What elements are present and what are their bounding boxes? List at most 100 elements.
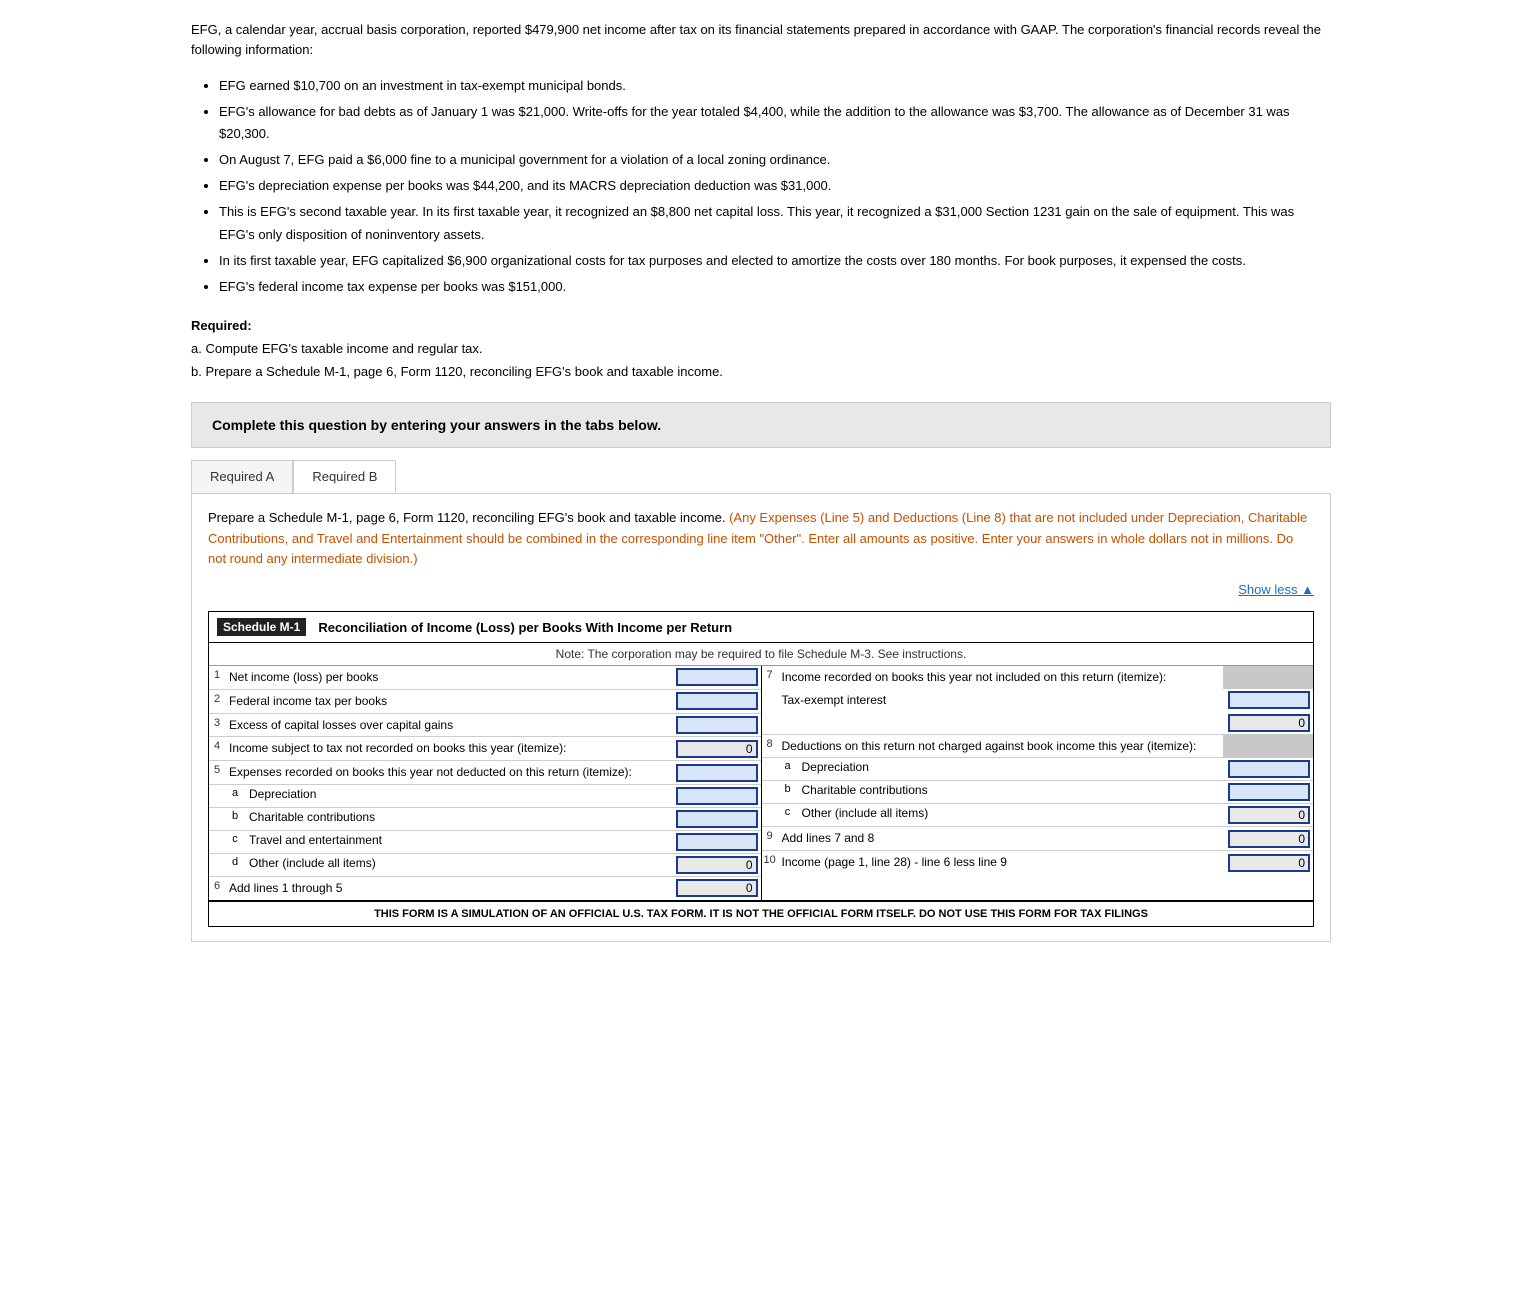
row-num-8: 8	[762, 735, 778, 758]
bullet-item: On August 7, EFG paid a $6,000 fine to a…	[219, 149, 1331, 171]
bullet-item: This is EFG's second taxable year. In it…	[219, 201, 1331, 245]
row-input-5[interactable]	[676, 764, 758, 782]
footer-disclaimer: THIS FORM IS A SIMULATION OF AN OFFICIAL…	[209, 900, 1313, 926]
tab-content: Prepare a Schedule M-1, page 6, Form 112…	[191, 494, 1331, 942]
sub-input-8a[interactable]	[1228, 760, 1310, 778]
row-num-3: 3	[209, 714, 225, 737]
row-num-2: 2	[209, 690, 225, 713]
table-row: c Other (include all items) 0	[762, 804, 1314, 827]
row-input-wrap-3	[671, 714, 761, 737]
table-row: 6 Add lines 1 through 5 0	[209, 877, 761, 900]
question-box: Complete this question by entering your …	[191, 402, 1331, 448]
sub-letter-8b: b	[778, 781, 798, 803]
sub-row-num	[209, 854, 225, 876]
row-input-1[interactable]	[676, 668, 758, 686]
row-num-7s	[762, 689, 778, 712]
sub-label-5b: Charitable contributions	[245, 808, 671, 830]
sub-input-5a[interactable]	[676, 787, 758, 805]
row-num-9: 9	[762, 827, 778, 850]
schedule-badge: Schedule M-1	[217, 618, 306, 636]
sub-label-8a: Depreciation	[798, 758, 1224, 780]
row-label-7v	[778, 712, 1224, 734]
table-row: c Travel and entertainment	[209, 831, 761, 854]
sub-row-num	[209, 785, 225, 807]
sub-row-num	[762, 758, 778, 780]
table-row: 10 Income (page 1, line 28) - line 6 les…	[762, 851, 1314, 874]
instruction-normal: Prepare a Schedule M-1, page 6, Form 112…	[208, 510, 725, 525]
sub-letter-5a: a	[225, 785, 245, 807]
bullet-item: In its first taxable year, EFG capitaliz…	[219, 250, 1331, 272]
sub-input-5b[interactable]	[676, 810, 758, 828]
row-label-7-sub: Tax-exempt interest	[778, 689, 1224, 712]
sub-input-wrap-5c	[671, 831, 761, 853]
sub-label-5c: Travel and entertainment	[245, 831, 671, 853]
table-row: 7 Income recorded on books this year not…	[762, 666, 1314, 735]
sub-row-num	[209, 831, 225, 853]
row-num-5: 5	[209, 761, 225, 784]
sub-label-5d: Other (include all items)	[245, 854, 671, 876]
tab-required-b[interactable]: Required B	[293, 460, 396, 493]
required-b: b. Prepare a Schedule M-1, page 6, Form …	[191, 362, 1331, 382]
sub-input-5c[interactable]	[676, 833, 758, 851]
row-label-9: Add lines 7 and 8	[778, 827, 1224, 850]
bullet-list: EFG earned $10,700 on an investment in t…	[191, 75, 1331, 298]
row-label-6: Add lines 1 through 5	[225, 877, 671, 900]
sub-input-wrap-5d: 0	[671, 854, 761, 876]
row-label-1: Net income (loss) per books	[225, 666, 671, 689]
table-row: 2 Federal income tax per books	[209, 690, 761, 714]
row-input-wrap-9: 0	[1223, 827, 1313, 850]
table-row: a Depreciation	[209, 785, 761, 808]
table-row: 5 Expenses recorded on books this year n…	[209, 761, 761, 785]
row-label-5: Expenses recorded on books this year not…	[225, 761, 671, 784]
table-row: a Depreciation	[762, 758, 1314, 781]
row-input-wrap-2	[671, 690, 761, 713]
row-input-wrap-7	[1223, 666, 1313, 689]
tabs-area: Required A Required B Prepare a Schedule…	[191, 460, 1331, 942]
required-label: Required:	[191, 318, 1331, 333]
table-row: 9 Add lines 7 and 8 0	[762, 827, 1314, 851]
sub-row-num	[209, 808, 225, 830]
sub-letter-8a: a	[778, 758, 798, 780]
tabs-row: Required A Required B	[191, 460, 1331, 494]
col-left: 1 Net income (loss) per books 2 Federal …	[209, 666, 762, 900]
table-row: 1 Net income (loss) per books	[209, 666, 761, 690]
row-input-wrap-7s	[1223, 689, 1313, 712]
row-value-6: 0	[676, 879, 758, 897]
sub-value-8c: 0	[1228, 806, 1310, 824]
sub-label-8c: Other (include all items)	[798, 804, 1224, 826]
sub-label-5a: Depreciation	[245, 785, 671, 807]
sub-letter-5c: c	[225, 831, 245, 853]
col-right: 7 Income recorded on books this year not…	[762, 666, 1314, 900]
bullet-item: EFG's federal income tax expense per boo…	[219, 276, 1331, 298]
row-num-7: 7	[762, 666, 778, 689]
row-label-10: Income (page 1, line 28) - line 6 less l…	[778, 851, 1224, 874]
sub-row-num	[762, 781, 778, 803]
row-input-wrap-1	[671, 666, 761, 689]
sub-input-8b[interactable]	[1228, 783, 1310, 801]
row-input-2[interactable]	[676, 692, 758, 710]
show-less-link[interactable]: Show less ▲	[1238, 580, 1314, 601]
row-label-3: Excess of capital losses over capital ga…	[225, 714, 671, 737]
sub-input-wrap-5b	[671, 808, 761, 830]
sub-input-wrap-8b	[1223, 781, 1313, 803]
schedule-note: Note: The corporation may be required to…	[209, 643, 1313, 666]
intro-paragraph: EFG, a calendar year, accrual basis corp…	[191, 20, 1331, 59]
row-num-6: 6	[209, 877, 225, 900]
row7-top: 7 Income recorded on books this year not…	[762, 666, 1314, 689]
row-input-wrap-6: 0	[671, 877, 761, 900]
tab-required-a[interactable]: Required A	[191, 460, 293, 493]
table-row: 4 Income subject to tax not recorded on …	[209, 737, 761, 761]
bullet-item: EFG earned $10,700 on an investment in t…	[219, 75, 1331, 97]
row-label-8: Deductions on this return not charged ag…	[778, 735, 1224, 758]
table-row: b Charitable contributions	[762, 781, 1314, 804]
schedule-header: Schedule M-1 Reconciliation of Income (L…	[209, 612, 1313, 643]
row-input-wrap-7v: 0	[1223, 712, 1313, 734]
sub-input-wrap-8c: 0	[1223, 804, 1313, 826]
table-row: 3 Excess of capital losses over capital …	[209, 714, 761, 738]
row-value-10: 0	[1228, 854, 1310, 872]
row-input-wrap-4: 0	[671, 737, 761, 760]
sub-label-8b: Charitable contributions	[798, 781, 1224, 803]
row-input-7[interactable]	[1228, 691, 1310, 709]
row-input-3[interactable]	[676, 716, 758, 734]
schedule-body: 1 Net income (loss) per books 2 Federal …	[209, 666, 1313, 900]
